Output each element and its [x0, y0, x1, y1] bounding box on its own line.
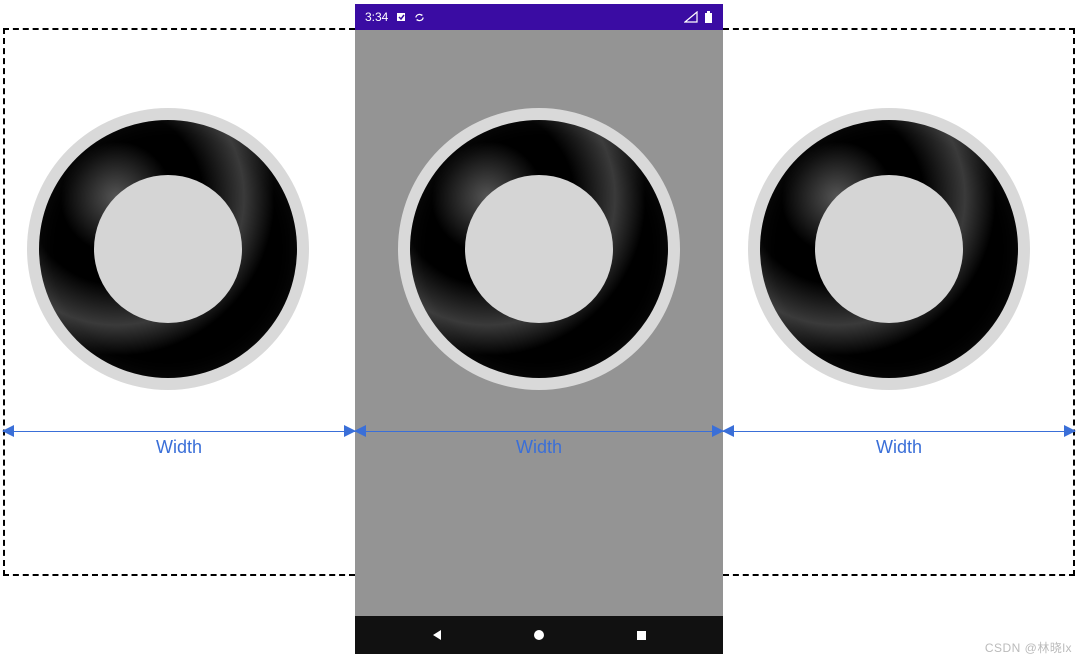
disc-inner [815, 175, 963, 323]
dimension-line [355, 431, 723, 432]
signal-icon [684, 11, 698, 23]
arrow-right-icon [1064, 425, 1076, 437]
battery-icon [704, 11, 713, 24]
carousel-item-left [27, 108, 309, 390]
dimension-line [3, 431, 355, 432]
width-label: Width [3, 437, 355, 458]
nav-back-button[interactable] [417, 620, 457, 650]
watermark-text: CSDN @林晓lx [985, 639, 1072, 656]
carousel-item-right [748, 108, 1030, 390]
circle-home-icon [532, 628, 546, 642]
status-time: 3:34 [365, 10, 388, 24]
debug-icon [396, 12, 406, 22]
dimension-line [723, 431, 1075, 432]
width-annotations: Width Width Width [0, 417, 1080, 447]
width-label: Width [723, 437, 1075, 458]
square-recent-icon [635, 629, 648, 642]
diagram-stage: { "status_bar": { "time": "3:34", "indic… [0, 0, 1080, 659]
carousel-item-center[interactable] [398, 108, 680, 390]
nav-home-button[interactable] [519, 620, 559, 650]
disc-inner [465, 175, 613, 323]
triangle-back-icon [430, 628, 444, 642]
status-bar: 3:34 [355, 4, 723, 30]
android-nav-bar [355, 616, 723, 654]
disc-inner [94, 175, 242, 323]
nav-recent-button[interactable] [621, 620, 661, 650]
sync-icon [414, 12, 425, 23]
width-label: Width [355, 437, 723, 458]
